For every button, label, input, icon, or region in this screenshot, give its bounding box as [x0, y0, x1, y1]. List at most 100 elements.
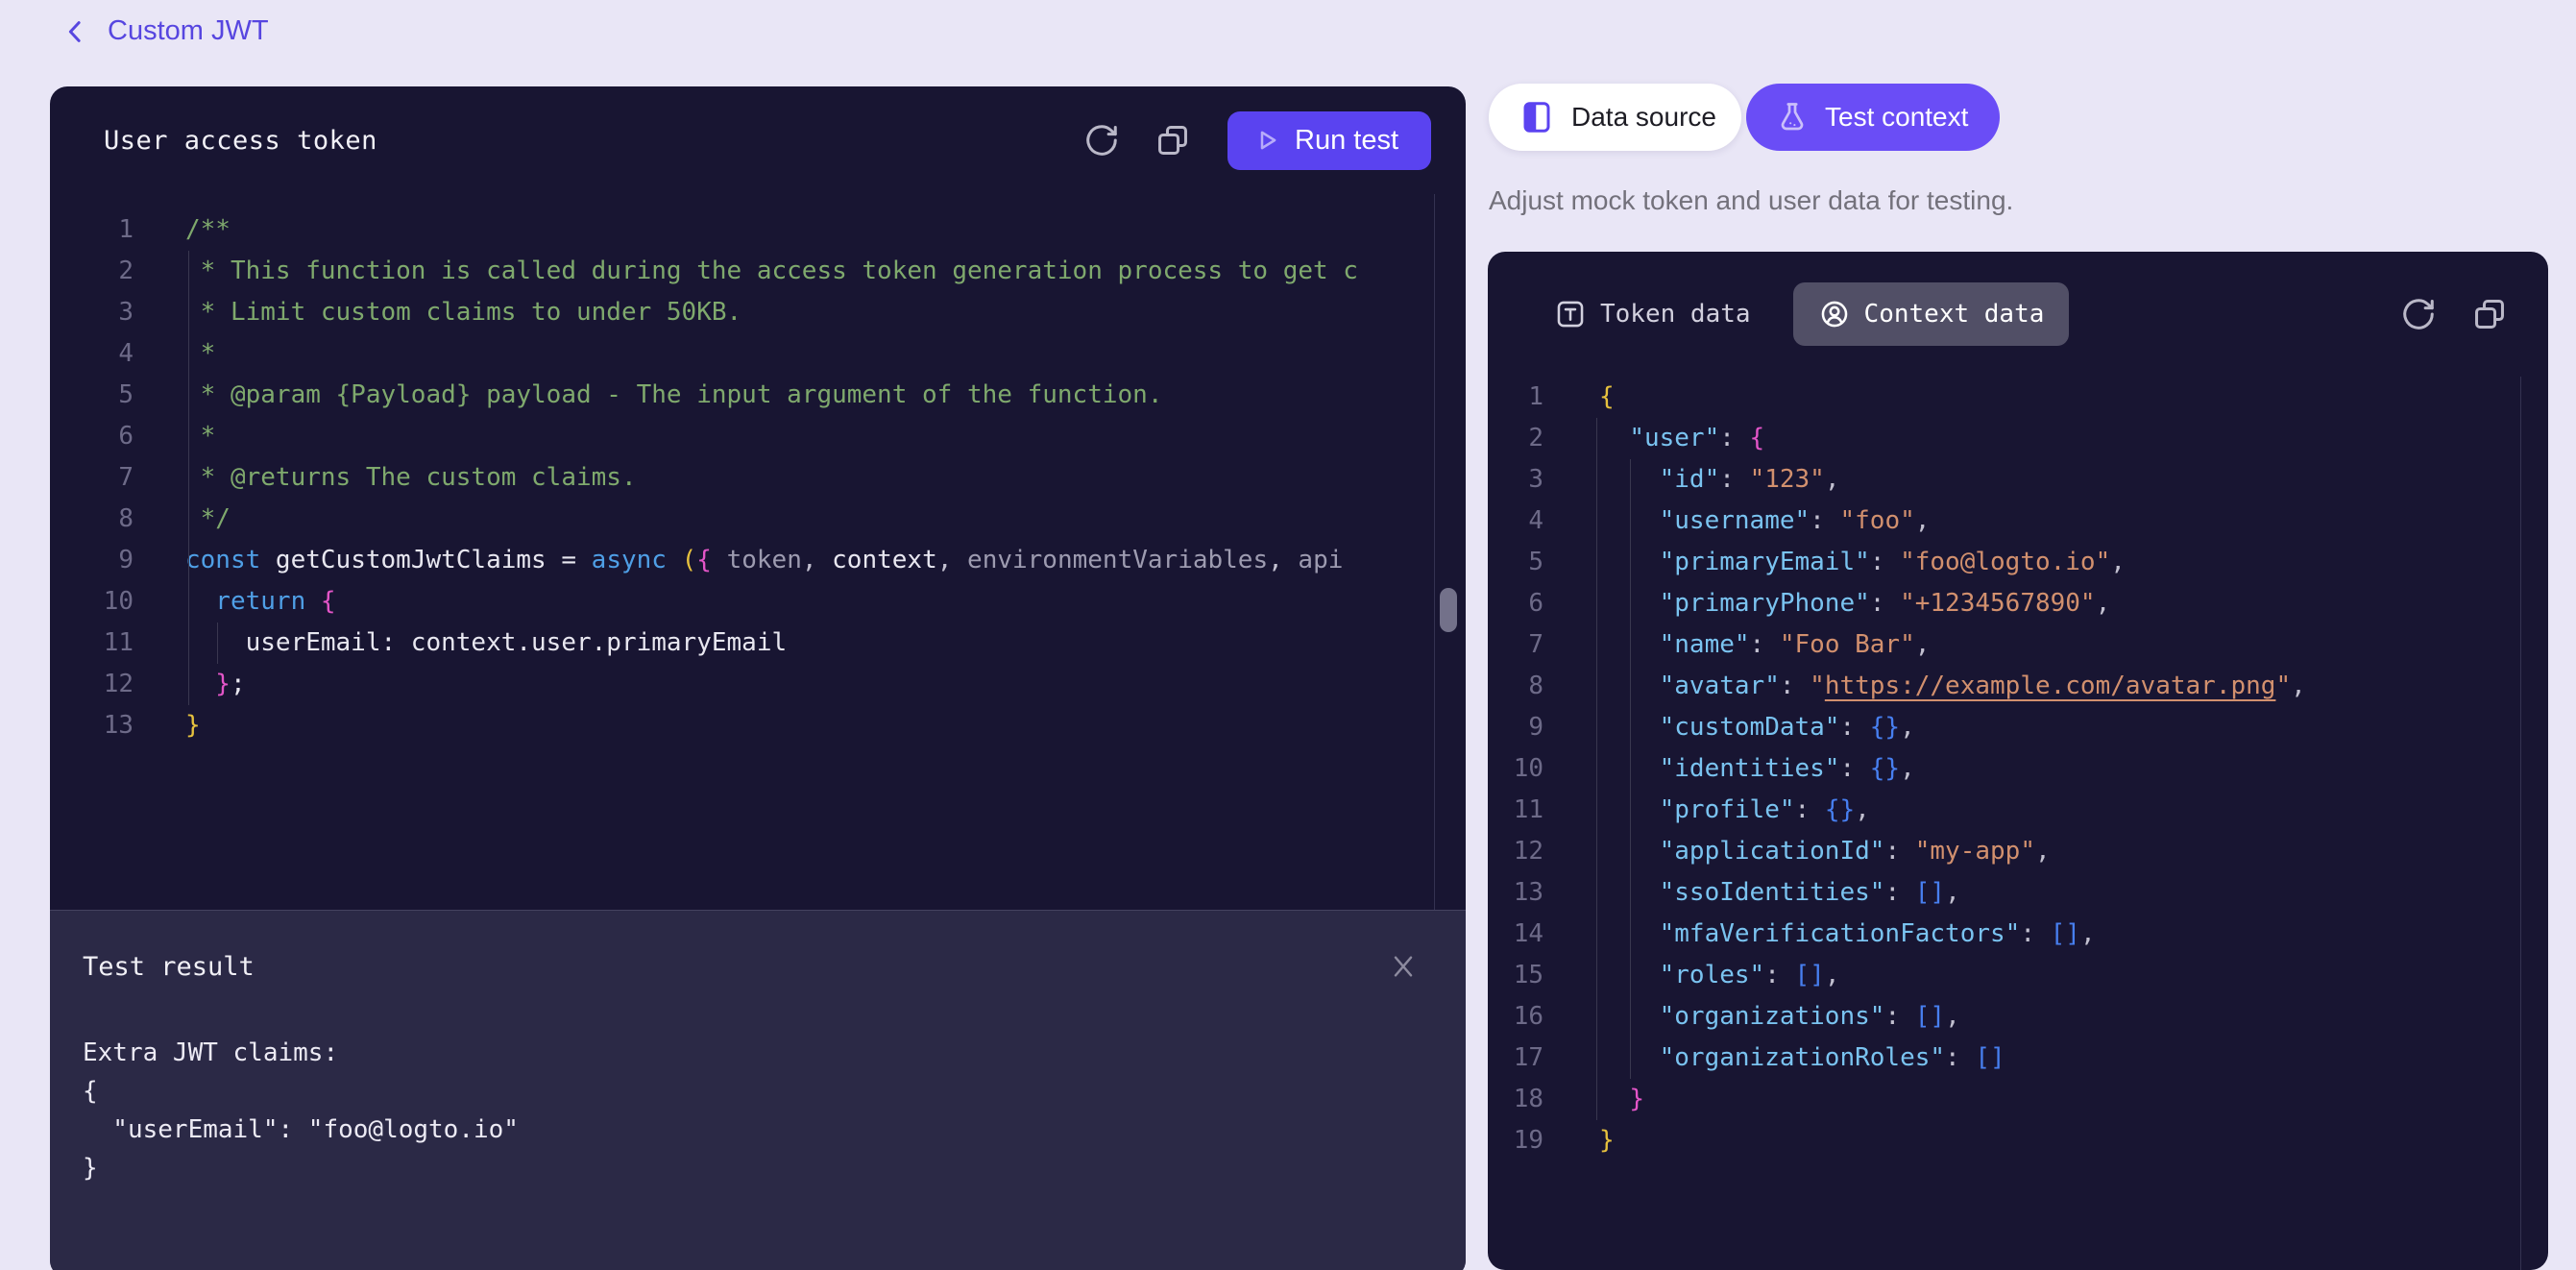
line-number: 11	[50, 623, 134, 664]
line-number: 10	[1488, 748, 1543, 790]
test-result-title: Test result	[83, 952, 255, 982]
right-code-lines: 1{2 "user": {3 "id": "123",4 "username":…	[1488, 377, 2548, 1161]
code-text: const getCustomJwtClaims = async ({ toke…	[134, 540, 1343, 581]
code-line: 8 */	[50, 499, 1434, 540]
run-test-label: Run test	[1295, 125, 1398, 157]
tab-data-source[interactable]: Data source	[1489, 84, 1741, 151]
refresh-button[interactable]	[2396, 292, 2441, 336]
run-test-button[interactable]: Run test	[1227, 111, 1431, 170]
indent-guide	[1630, 459, 1631, 1079]
tab-data-source-label: Data source	[1571, 102, 1716, 133]
line-number: 5	[50, 375, 134, 416]
chevron-left-icon	[61, 17, 90, 46]
code-line: 5 "primaryEmail": "foo@logto.io",	[1488, 542, 2520, 583]
code-text: "username": "foo",	[1543, 501, 1930, 542]
code-line: 7 "name": "Foo Bar",	[1488, 624, 2520, 666]
code-text: "user": {	[1543, 418, 1764, 459]
code-line: 14 "mfaVerificationFactors": [],	[1488, 914, 2520, 955]
code-text: *	[134, 333, 215, 375]
code-text: /**	[134, 209, 231, 251]
line-number: 10	[50, 581, 134, 623]
tab-test-context-label: Test context	[1825, 102, 1968, 133]
code-text: }	[1543, 1120, 1615, 1161]
back-link[interactable]: Custom JWT	[61, 15, 269, 47]
output-line: Extra JWT claims:	[83, 1034, 1466, 1072]
code-text: "avatar": "https://example.com/avatar.pn…	[1543, 666, 2306, 707]
code-line: 2 * This function is called during the a…	[50, 251, 1434, 292]
editor-scroll-divider	[1434, 194, 1435, 910]
token-t-icon	[1554, 298, 1587, 330]
refresh-icon	[1083, 122, 1120, 159]
code-text: "organizations": [],	[1543, 996, 1960, 1038]
indent-guide	[1596, 418, 1597, 1120]
code-line: 16 "organizations": [],	[1488, 996, 2520, 1038]
editor-scroll-divider	[2520, 377, 2521, 1270]
vertical-scrollbar[interactable]	[1440, 588, 1457, 632]
line-number: 2	[50, 251, 134, 292]
code-line: 19}	[1488, 1120, 2520, 1161]
line-number: 4	[50, 333, 134, 375]
copy-button[interactable]	[1151, 118, 1195, 162]
code-text: * This function is called during the acc…	[134, 251, 1358, 292]
left-editor-header: User access token Run test	[50, 86, 1466, 194]
context-data-editor[interactable]: 1{2 "user": {3 "id": "123",4 "username":…	[1488, 377, 2548, 1270]
code-text: * @returns The custom claims.	[134, 457, 637, 499]
line-number: 13	[1488, 872, 1543, 914]
line-number: 9	[1488, 707, 1543, 748]
indent-guide	[217, 623, 218, 664]
user-circle-icon	[1818, 298, 1851, 330]
test-result-output: Extra JWT claims:{ "userEmail": "foo@log…	[50, 1034, 1466, 1187]
code-line: 12 };	[50, 664, 1434, 705]
code-line: 7 * @returns The custom claims.	[50, 457, 1434, 499]
line-number: 7	[50, 457, 134, 499]
code-text: "customData": {},	[1543, 707, 1915, 748]
refresh-button[interactable]	[1080, 118, 1124, 162]
code-text: "roles": [],	[1543, 955, 1839, 996]
tab-context-data-label: Context data	[1864, 300, 2045, 329]
code-text: "organizationRoles": []	[1543, 1038, 2005, 1079]
line-number: 14	[1488, 914, 1543, 955]
code-line: 12 "applicationId": "my-app",	[1488, 831, 2520, 872]
line-number: 1	[1488, 377, 1543, 418]
close-icon	[1388, 951, 1419, 982]
code-text: * @param {Payload} payload - The input a…	[134, 375, 1162, 416]
line-number: 5	[1488, 542, 1543, 583]
code-line: 3 "id": "123",	[1488, 459, 2520, 501]
user-access-token-panel: User access token Run test 1/**2 * This …	[50, 86, 1466, 1270]
code-line: 1/**	[50, 209, 1434, 251]
line-number: 19	[1488, 1120, 1543, 1161]
line-number: 8	[1488, 666, 1543, 707]
line-number: 2	[1488, 418, 1543, 459]
copy-icon	[2471, 296, 2508, 332]
line-number: 8	[50, 499, 134, 540]
code-line: 3 * Limit custom claims to under 50KB.	[50, 292, 1434, 333]
line-number: 4	[1488, 501, 1543, 542]
code-text: "primaryPhone": "+1234567890",	[1543, 583, 2110, 624]
test-context-subtitle: Adjust mock token and user data for test…	[1489, 185, 2013, 216]
columns-icon	[1519, 100, 1554, 134]
code-line: 15 "roles": [],	[1488, 955, 2520, 996]
code-text: "name": "Foo Bar",	[1543, 624, 1930, 666]
line-number: 3	[1488, 459, 1543, 501]
output-line: "userEmail": "foo@logto.io"	[83, 1111, 1466, 1149]
close-button[interactable]	[1386, 949, 1421, 984]
code-line: 10 return {	[50, 581, 1434, 623]
line-number: 17	[1488, 1038, 1543, 1079]
code-line: 10 "identities": {},	[1488, 748, 2520, 790]
left-code-editor[interactable]: 1/**2 * This function is called during t…	[50, 194, 1466, 910]
code-text: }	[134, 705, 201, 746]
line-number: 3	[50, 292, 134, 333]
code-line: 6 "primaryPhone": "+1234567890",	[1488, 583, 2520, 624]
code-line: 13 "ssoIdentities": [],	[1488, 872, 2520, 914]
tab-context-data[interactable]: Context data	[1793, 282, 2070, 346]
output-line: {	[83, 1072, 1466, 1111]
copy-button[interactable]	[2467, 292, 2512, 336]
line-number: 6	[50, 416, 134, 457]
code-line: 6 *	[50, 416, 1434, 457]
output-line: }	[83, 1149, 1466, 1187]
code-text: "id": "123",	[1543, 459, 1840, 501]
tab-test-context[interactable]: Test context	[1746, 84, 2000, 151]
back-label: Custom JWT	[108, 15, 269, 47]
test-context-panel: Token data Context data 1{2 "user": {3 "…	[1488, 252, 2548, 1270]
tab-token-data[interactable]: Token data	[1529, 282, 1776, 346]
